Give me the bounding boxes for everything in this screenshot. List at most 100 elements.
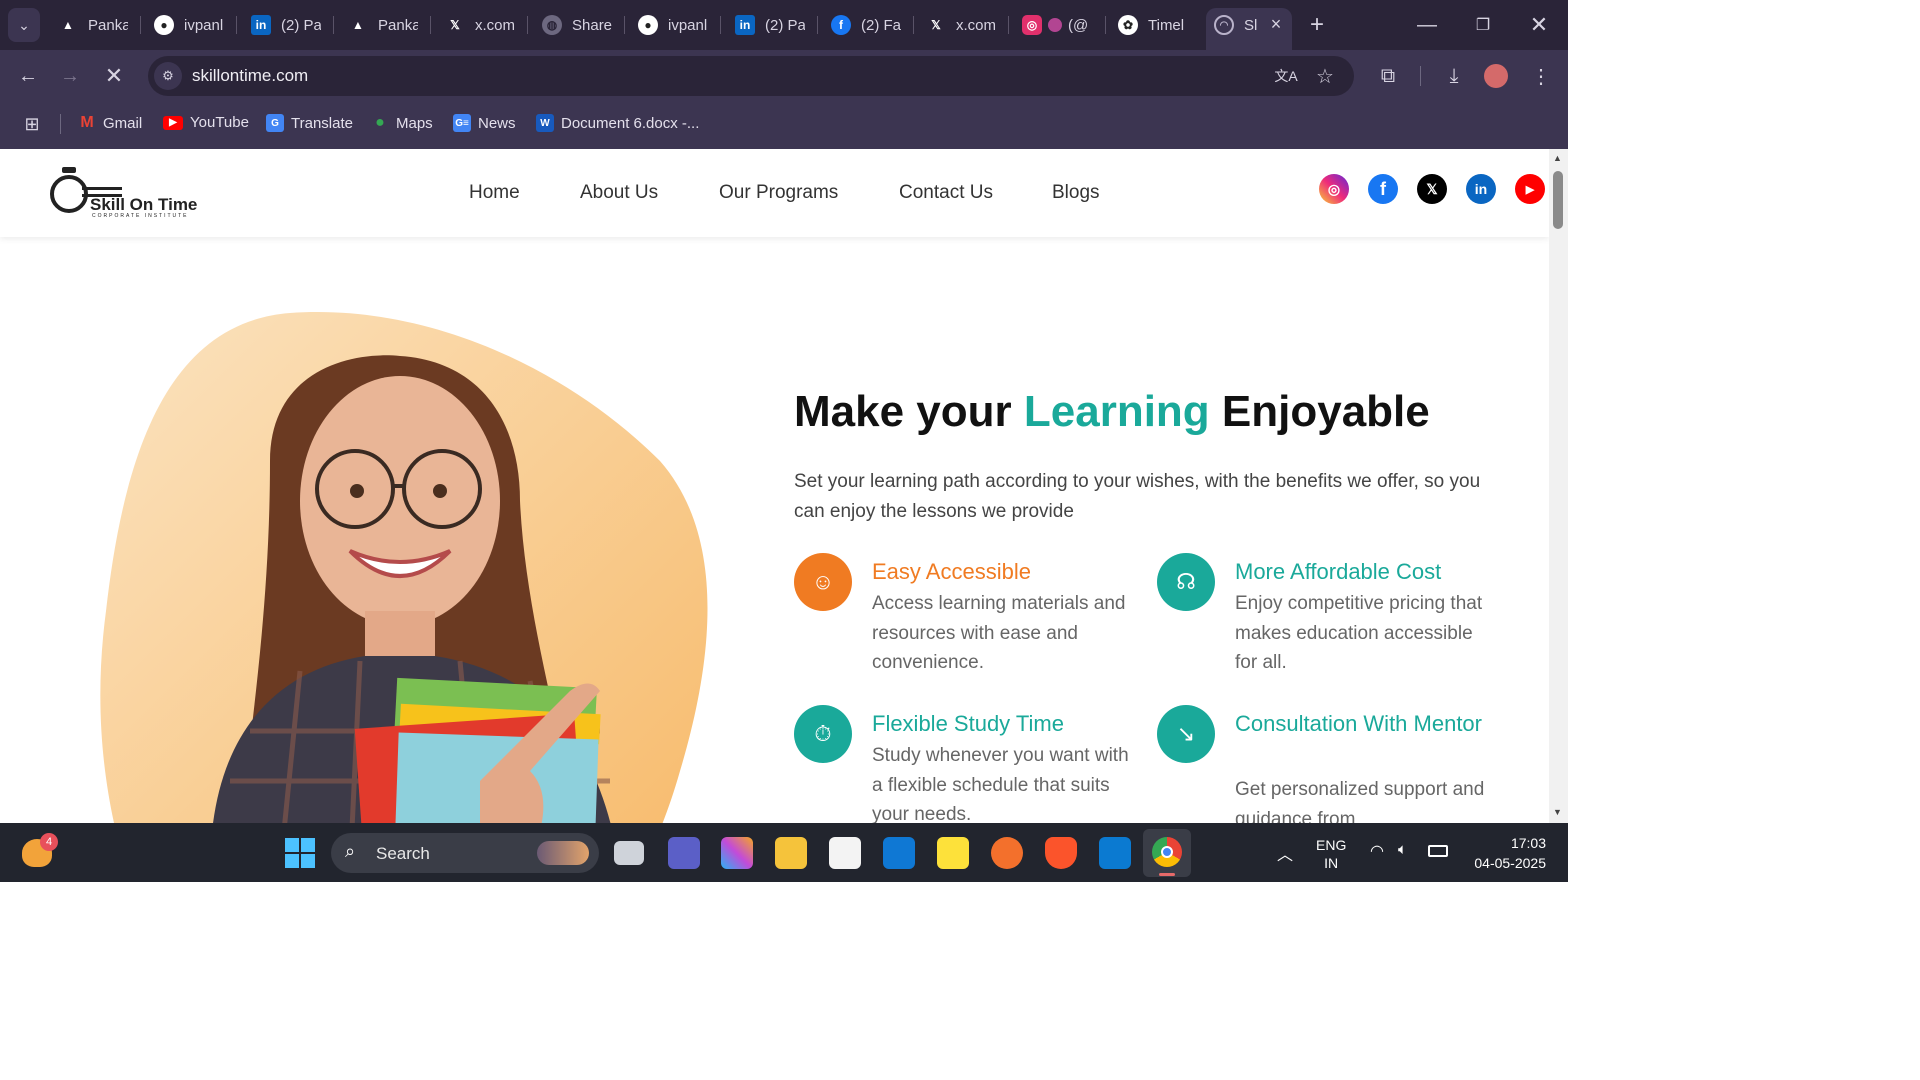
- tab-divider: [236, 16, 237, 34]
- bookmark-translate[interactable]: G Translate: [266, 114, 353, 132]
- apps-grid-icon[interactable]: ⊞: [18, 110, 46, 138]
- eye-left: [350, 484, 364, 498]
- x-icon: 𝕏: [450, 18, 460, 32]
- nav-blogs[interactable]: Blogs: [1052, 182, 1100, 204]
- tab[interactable]: ◎ (@: [1022, 8, 1094, 42]
- taskbar-search-box[interactable]: ⌕ Search: [331, 833, 599, 873]
- tab-divider: [140, 16, 141, 34]
- microsoft-store-icon[interactable]: [829, 837, 861, 869]
- scroll-down-arrow-icon[interactable]: ▼: [1553, 807, 1562, 817]
- bookmark-gmail[interactable]: M Gmail: [78, 114, 142, 132]
- feature-text: Get personalized support and guidance fr…: [1235, 779, 1485, 823]
- browser-toolbar: ← → ✕ ⚙ skillontime.com 文A ☆ ⧉ ⤓ ⋮: [0, 50, 1568, 102]
- maps-pin-icon: ●: [375, 114, 385, 131]
- scrollbar-thumb[interactable]: [1553, 171, 1563, 229]
- tab[interactable]: in (2) Pa: [251, 8, 321, 42]
- tab[interactable]: ◍ Share: [542, 8, 612, 42]
- facebook-icon: f: [831, 15, 851, 35]
- sticky-notes-icon[interactable]: [937, 837, 969, 869]
- face: [300, 376, 500, 626]
- bookmark-news[interactable]: G≡ News: [453, 114, 516, 132]
- volume-icon[interactable]: 🔈︎: [1398, 841, 1407, 858]
- download-icon[interactable]: ⤓: [1438, 60, 1470, 92]
- file-explorer-icon[interactable]: [775, 837, 807, 869]
- stop-loading-button[interactable]: ✕: [98, 60, 130, 92]
- chrome-icon[interactable]: [1143, 829, 1191, 877]
- tab[interactable]: f (2) Fa: [831, 8, 901, 42]
- google-translate-icon: G: [266, 114, 284, 132]
- tab[interactable]: 𝕏x.com: [926, 8, 996, 42]
- battery-icon[interactable]: [1428, 845, 1448, 857]
- tab[interactable]: ▲ Panka: [58, 8, 128, 42]
- x-icon[interactable]: 𝕏: [1417, 174, 1447, 204]
- search-highlight-image: [537, 841, 589, 865]
- vercel-icon: ▲: [62, 18, 74, 32]
- tab[interactable]: ✿ Timel: [1118, 8, 1188, 42]
- tab[interactable]: 𝕏x.com: [445, 8, 515, 42]
- language-indicator[interactable]: ENG IN: [1316, 836, 1346, 872]
- x-icon: 𝕏: [931, 18, 941, 32]
- wifi-icon[interactable]: ◠: [1370, 841, 1384, 861]
- bookmark-star-icon[interactable]: ☆: [1311, 62, 1339, 90]
- site-logo[interactable]: Skill On Time CORPORATE INSTITUTE: [48, 165, 218, 221]
- globe-icon: ◍: [542, 15, 562, 35]
- scroll-up-arrow-icon[interactable]: ▲: [1553, 153, 1562, 163]
- task-view-icon[interactable]: [614, 841, 644, 865]
- teams-icon[interactable]: [668, 837, 700, 869]
- minimize-button[interactable]: —: [1410, 10, 1444, 40]
- translate-icon[interactable]: 文A: [1272, 62, 1300, 90]
- chrome-logo-center: [1161, 846, 1173, 858]
- clock[interactable]: 17:03 04-05-2025: [1464, 833, 1546, 873]
- search-label: Search: [376, 844, 430, 863]
- url-text: skillontime.com: [192, 66, 309, 85]
- tab[interactable]: ▲ Panka: [348, 8, 418, 42]
- tab[interactable]: ● ivpanl: [638, 8, 708, 42]
- youtube-icon[interactable]: ▶: [1515, 174, 1545, 204]
- linkedin-icon[interactable]: in: [1466, 174, 1496, 204]
- facebook-icon[interactable]: f: [1368, 174, 1398, 204]
- start-windows-icon[interactable]: [285, 838, 315, 868]
- menu-kebab-icon[interactable]: ⋮: [1526, 60, 1556, 92]
- windows-logo-pane: [285, 838, 299, 852]
- site-info-icon[interactable]: ⚙: [154, 62, 182, 90]
- instagram-icon[interactable]: ◎: [1319, 174, 1349, 204]
- firefox-icon[interactable]: [991, 837, 1023, 869]
- new-tab-button[interactable]: +: [1302, 10, 1332, 40]
- tab-active[interactable]: ◠ Sl ×: [1206, 8, 1292, 50]
- logo-text: Skill On Time: [90, 195, 198, 214]
- forward-button[interactable]: →: [54, 60, 86, 92]
- bookmarks-bar: ⊞ M Gmail ▶ YouTube G Translate ● Maps G≡ New…: [0, 102, 1568, 149]
- vscode-icon[interactable]: [1099, 837, 1131, 869]
- close-window-button[interactable]: ✕: [1522, 10, 1556, 40]
- profile-avatar[interactable]: [1484, 64, 1508, 88]
- hero-subtitle: Set your learning path according to your…: [794, 471, 1481, 522]
- feature-text: Access learning materials and resources …: [872, 593, 1126, 673]
- active-app-indicator: [1159, 873, 1175, 876]
- feature-title: Consultation With Mentor: [1235, 711, 1482, 736]
- windows-logo-pane: [285, 854, 299, 868]
- tab-divider: [817, 16, 818, 34]
- bookmark-youtube[interactable]: ▶ YouTube: [163, 114, 249, 131]
- nav-home[interactable]: Home: [469, 182, 520, 204]
- restore-button[interactable]: ❐: [1466, 10, 1500, 40]
- nav-our-programs[interactable]: Our Programs: [719, 182, 838, 204]
- bookmark-maps[interactable]: ● Maps: [371, 114, 433, 132]
- tab-divider: [720, 16, 721, 34]
- tab[interactable]: ● ivpanl: [154, 8, 224, 42]
- show-hidden-icons-chevron[interactable]: ︿: [1277, 841, 1293, 865]
- brave-icon[interactable]: [1045, 837, 1077, 869]
- site-header: Skill On Time CORPORATE INSTITUTE Home A…: [0, 149, 1549, 237]
- tab-search-button[interactable]: ⌄: [8, 8, 40, 42]
- page-scrollbar[interactable]: ▲ ▼: [1549, 149, 1568, 823]
- address-bar[interactable]: ⚙ skillontime.com 文A ☆: [148, 56, 1354, 96]
- tab-close-icon[interactable]: ×: [1266, 14, 1286, 34]
- nav-contact-us[interactable]: Contact Us: [899, 182, 993, 204]
- nav-about-us[interactable]: About Us: [580, 182, 658, 204]
- bookmark-document[interactable]: W Document 6.docx -...: [536, 114, 699, 132]
- extensions-icon[interactable]: ⧉: [1372, 60, 1404, 92]
- back-button[interactable]: ←: [12, 60, 44, 92]
- copilot-icon[interactable]: [721, 837, 753, 869]
- outlook-icon[interactable]: [883, 837, 915, 869]
- tab[interactable]: in (2) Pa: [735, 8, 805, 42]
- windows-logo-pane: [301, 838, 315, 852]
